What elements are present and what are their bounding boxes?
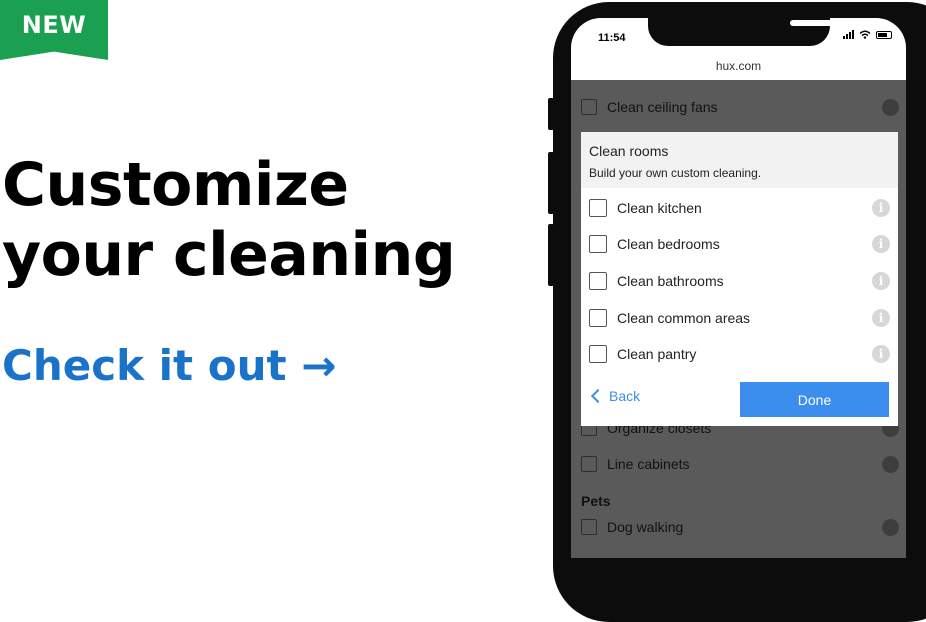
battery-icon bbox=[876, 30, 892, 39]
info-icon bbox=[882, 99, 899, 116]
info-icon[interactable]: i bbox=[872, 199, 890, 217]
list-item: Line cabinets bbox=[581, 452, 899, 476]
list-item: Dog walking bbox=[581, 515, 899, 539]
checkbox[interactable] bbox=[589, 199, 607, 217]
list-item-label: Line cabinets bbox=[607, 456, 690, 472]
modal-title: Clean rooms bbox=[589, 143, 669, 159]
checkbox[interactable] bbox=[589, 309, 607, 327]
option-clean-pantry[interactable]: Clean pantry i bbox=[589, 343, 890, 365]
volume-up-button bbox=[548, 152, 554, 214]
info-icon bbox=[882, 456, 899, 473]
clean-rooms-modal: Clean rooms Build your own custom cleani… bbox=[581, 132, 898, 426]
url-bar[interactable]: hux.com bbox=[571, 54, 906, 80]
info-icon[interactable]: i bbox=[872, 235, 890, 253]
option-label: Clean bedrooms bbox=[617, 236, 720, 252]
list-item: Clean ceiling fans bbox=[581, 95, 899, 119]
section-heading-pets: Pets bbox=[581, 493, 611, 509]
checkbox bbox=[581, 99, 597, 115]
info-icon[interactable]: i bbox=[872, 309, 890, 327]
option-clean-bathrooms[interactable]: Clean bathrooms i bbox=[589, 270, 890, 292]
hero-line-1: Customize bbox=[2, 150, 349, 220]
info-icon[interactable]: i bbox=[872, 272, 890, 290]
back-label: Back bbox=[609, 388, 641, 404]
checkbox[interactable] bbox=[589, 272, 607, 290]
notch bbox=[648, 18, 859, 46]
mute-switch bbox=[548, 98, 554, 130]
chevron-left-icon bbox=[590, 388, 606, 404]
option-label: Clean kitchen bbox=[617, 200, 702, 216]
option-clean-bedrooms[interactable]: Clean bedrooms i bbox=[589, 233, 890, 255]
option-label: Clean pantry bbox=[617, 346, 697, 362]
modal-subtitle: Build your own custom cleaning. bbox=[589, 166, 762, 180]
hero-headline: Customize your cleaning bbox=[2, 150, 456, 290]
check-it-out-link[interactable]: Check it out → bbox=[2, 340, 336, 392]
checkbox bbox=[581, 456, 597, 472]
new-badge-label: NEW bbox=[21, 11, 87, 39]
back-button[interactable]: Back bbox=[590, 388, 640, 404]
signal-icon bbox=[843, 30, 854, 39]
option-label: Clean bathrooms bbox=[617, 273, 724, 289]
list-item-label: Dog walking bbox=[607, 519, 684, 535]
status-icons bbox=[843, 30, 892, 39]
done-button[interactable]: Done bbox=[740, 382, 889, 417]
hero-line-2: your cleaning bbox=[2, 220, 456, 290]
status-time: 11:54 bbox=[598, 32, 626, 44]
option-clean-common-areas[interactable]: Clean common areas i bbox=[589, 307, 890, 329]
info-icon[interactable]: i bbox=[872, 345, 890, 363]
wifi-icon bbox=[859, 30, 871, 39]
option-clean-kitchen[interactable]: Clean kitchen i bbox=[589, 197, 890, 219]
list-item-label: Clean ceiling fans bbox=[607, 99, 718, 115]
option-label: Clean common areas bbox=[617, 310, 751, 326]
checkbox[interactable] bbox=[589, 345, 607, 363]
speaker-grille bbox=[790, 20, 842, 26]
new-badge: NEW bbox=[0, 0, 108, 60]
checkbox bbox=[581, 519, 597, 535]
info-icon bbox=[882, 519, 899, 536]
modal-header: Clean rooms Build your own custom cleani… bbox=[581, 132, 898, 188]
checkbox[interactable] bbox=[589, 235, 607, 253]
volume-down-button bbox=[548, 224, 554, 286]
phone-screen: Clean ceiling fans Organize closets Line… bbox=[571, 18, 906, 558]
front-camera bbox=[850, 18, 859, 27]
